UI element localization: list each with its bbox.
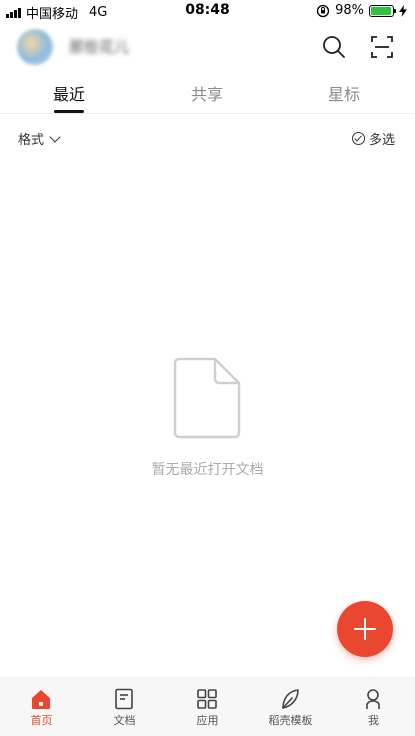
leaf-icon: [282, 689, 299, 709]
check-circle-icon: [351, 132, 365, 145]
format-filter-button[interactable]: 格式: [18, 129, 61, 148]
nav-apps-label: 应用: [196, 714, 219, 727]
tab-recent[interactable]: 最近: [29, 81, 109, 105]
nav-me[interactable]: 我: [332, 678, 415, 736]
empty-document-icon: [173, 357, 241, 439]
status-right: 98%: [316, 3, 407, 18]
nav-apps[interactable]: 应用: [166, 678, 249, 736]
tab-shared[interactable]: 共享: [167, 81, 247, 105]
app-header: 那些花儿: [0, 22, 415, 70]
bottom-nav: 首页 文档 应用 稻壳模板 我: [0, 677, 415, 736]
tab-starred[interactable]: 星标: [304, 81, 384, 105]
format-filter-label: 格式: [18, 133, 45, 148]
plus-icon: [354, 618, 376, 640]
person-icon: [366, 689, 380, 709]
home-icon: [32, 690, 50, 709]
battery-icon: [369, 4, 396, 17]
status-bar: 中国移动 4G 08:48 98%: [0, 0, 415, 22]
scan-icon[interactable]: [369, 34, 395, 60]
nav-me-label: 我: [368, 714, 379, 727]
nav-home[interactable]: 首页: [0, 678, 83, 736]
orientation-lock-icon: [316, 4, 330, 17]
nav-templates-label: 稻壳模板: [268, 714, 313, 727]
username[interactable]: 那些花儿: [69, 36, 129, 57]
avatar[interactable]: [17, 29, 53, 65]
search-icon[interactable]: [321, 34, 347, 60]
nav-templates[interactable]: 稻壳模板: [249, 678, 332, 736]
empty-state-text: 暂无最近打开文档: [151, 462, 264, 478]
tab-active-indicator: [54, 110, 84, 113]
chevron-down-icon: [49, 130, 61, 143]
multi-select-button[interactable]: 多选: [351, 129, 395, 148]
create-fab-button[interactable]: [337, 601, 393, 657]
tab-bar: 最近 共享 星标: [0, 70, 415, 114]
grid-icon: [197, 689, 217, 709]
filter-row: 格式 多选: [0, 124, 415, 154]
nav-documents[interactable]: 文档: [83, 678, 166, 736]
battery-percent: 98%: [335, 3, 364, 18]
charging-icon: [399, 4, 407, 17]
multi-select-label: 多选: [368, 133, 395, 148]
document-icon: [115, 688, 133, 710]
nav-documents-label: 文档: [113, 714, 136, 727]
nav-home-label: 首页: [30, 714, 53, 727]
